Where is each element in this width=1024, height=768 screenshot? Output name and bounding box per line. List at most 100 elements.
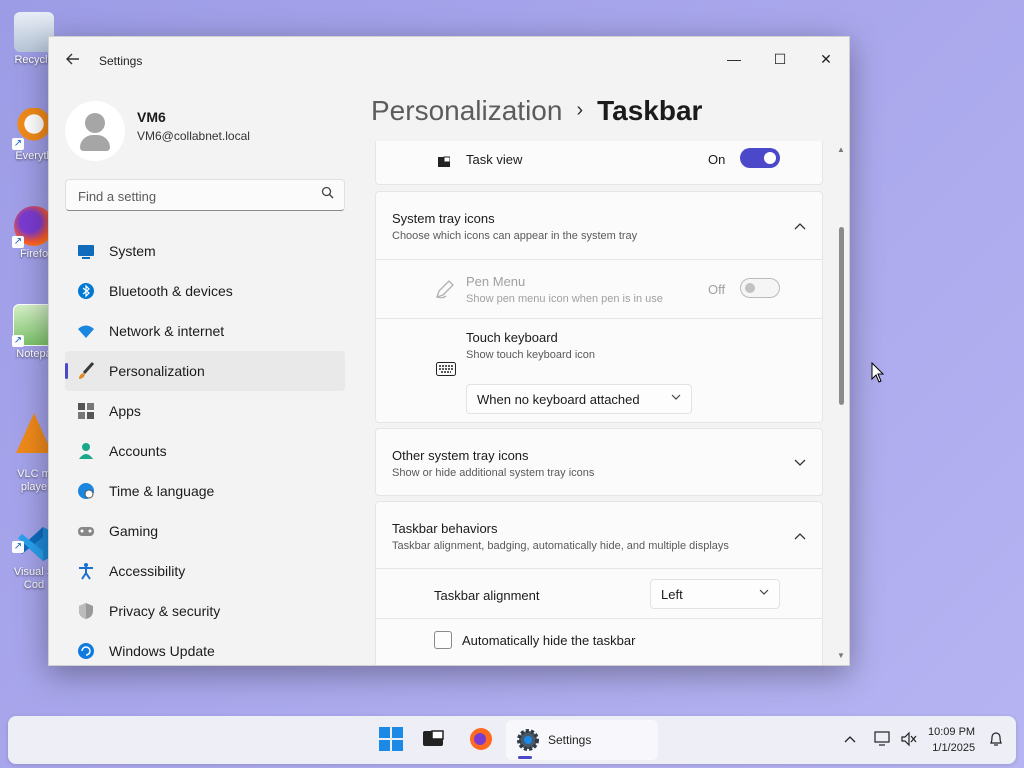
clock-date: 1/1/2025 [932,742,976,754]
search-input[interactable] [76,185,310,207]
bluetooth-icon [77,282,95,300]
volume-muted-icon[interactable] [900,731,918,750]
system-tray-icons-header[interactable]: System tray icons Choose which icons can… [376,192,822,258]
wifi-icon [77,322,95,340]
task-view-label: Task view [466,152,523,167]
sidebar-nav: System Bluetooth & devices Network & int… [65,231,345,665]
user-name: VM6 [137,109,166,125]
firefox-taskbar-icon[interactable] [468,726,496,754]
breadcrumb-parent[interactable]: Personalization [371,95,562,126]
sidebar-item-network[interactable]: Network & internet [65,311,345,351]
sidebar-item-label: Gaming [109,523,159,539]
minimize-button[interactable]: — [711,43,757,75]
sidebar-item-label: Privacy & security [109,603,221,619]
system-tray-icons-subtitle: Choose which icons can appear in the sys… [392,230,638,242]
back-arrow-icon[interactable] [63,51,83,71]
task-view-toggle[interactable] [740,148,780,168]
sidebar-item-label: Apps [109,403,141,419]
sidebar-item-system[interactable]: System [65,231,345,271]
sidebar-item-accessibility[interactable]: Accessibility [65,551,345,591]
sidebar-item-accounts[interactable]: Accounts [65,431,345,471]
gamepad-icon [77,522,95,540]
sidebar-item-apps[interactable]: Apps [65,391,345,431]
network-icon[interactable] [874,731,892,750]
globe-icon [77,482,95,500]
system-tray-icons-title: System tray icons [392,211,495,226]
scrollbar[interactable] [839,145,845,665]
keyboard-icon [436,362,456,376]
taskbar-behaviors-subtitle: Taskbar alignment, badging, automaticall… [392,540,729,552]
title-bar: Settings — ☐ ✕ [49,37,849,85]
pen-menu-title: Pen Menu [466,274,526,289]
other-system-tray-icons-section[interactable]: Other system tray icons Show or hide add… [375,428,823,496]
sidebar-item-label: Windows Update [109,643,215,659]
taskbar-app-label: Settings [548,733,592,747]
touch-keyboard-dropdown[interactable]: When no keyboard attached [466,384,692,414]
sidebar-item-privacy[interactable]: Privacy & security [65,591,345,631]
notification-bell-icon[interactable] [988,731,1004,750]
vlc-cone-icon [16,413,52,453]
auto-hide-checkbox[interactable] [434,631,452,649]
system-tray-icons-section: System tray icons Choose which icons can… [375,191,823,423]
sidebar-item-time-language[interactable]: Time & language [65,471,345,511]
settings-taskbar-button[interactable]: Settings [506,720,658,760]
sidebar-item-personalization[interactable]: Personalization [65,351,345,391]
clock-time: 10:09 PM [928,726,976,738]
taskbar-behaviors-section: Taskbar behaviors Taskbar alignment, bad… [375,501,823,665]
shield-icon [77,602,95,620]
pen-menu-subtitle: Show pen menu icon when pen is in use [466,293,663,305]
sidebar-item-label: Network & internet [109,323,225,339]
chevron-down-icon [671,391,681,403]
pen-icon [434,278,456,300]
chevron-down-icon[interactable] [790,454,810,470]
taskbar-alignment-dropdown[interactable]: Left [650,579,780,609]
chevron-up-icon[interactable] [790,217,810,233]
sidebar-item-windows-update[interactable]: Windows Update [65,631,345,665]
task-view-row: Task view On [375,141,823,185]
touch-keyboard-title: Touch keyboard [466,330,558,345]
task-view-taskbar-icon[interactable] [421,726,449,754]
dropdown-value: Left [661,587,683,602]
dropdown-value: When no keyboard attached [477,392,640,407]
accessibility-icon [77,562,95,580]
taskbar-behaviors-title: Taskbar behaviors [392,521,498,536]
user-email: VM6@collabnet.local [137,129,250,143]
apps-icon [77,402,95,420]
divider [376,618,823,619]
auto-hide-label: Automatically hide the taskbar [462,633,636,648]
close-button[interactable]: ✕ [803,43,849,75]
breadcrumb-separator: › [576,99,584,121]
sidebar-item-label: Accounts [109,443,167,459]
sidebar-item-gaming[interactable]: Gaming [65,511,345,551]
show-hidden-icons-chevron-icon[interactable] [844,730,856,746]
settings-window: Settings — ☐ ✕ VM6 VM6@collabnet.local S… [48,36,850,666]
start-windows-icon[interactable] [378,726,406,754]
chevron-up-icon[interactable] [790,527,810,543]
search-icon[interactable] [321,186,334,202]
breadcrumb: Personalization › Taskbar [371,95,702,127]
window-title: Settings [99,54,143,68]
taskbar-behaviors-header[interactable]: Taskbar behaviors Taskbar alignment, bad… [376,502,822,568]
sidebar-item-label: Accessibility [109,563,186,579]
taskbar: Settings 10:09 PM 1/1/2025 [8,716,1016,764]
other-tray-subtitle: Show or hide additional system tray icon… [392,467,595,479]
brush-icon [77,361,95,380]
sidebar-item-bluetooth[interactable]: Bluetooth & devices [65,271,345,311]
accounts-icon [77,442,95,460]
divider [376,318,823,319]
sidebar-item-label: Bluetooth & devices [109,283,233,299]
maximize-button[interactable]: ☐ [757,43,803,75]
active-indicator [518,756,532,759]
update-icon [77,642,95,660]
scrollbar-thumb[interactable] [839,227,844,405]
taskbar-clock[interactable]: 10:09 PM 1/1/2025 [928,724,975,756]
pen-menu-toggle[interactable] [740,278,780,298]
sidebar-item-label: System [109,243,156,259]
scroll-down-arrow-icon[interactable]: ▼ [835,651,847,660]
divider [376,259,823,260]
sidebar-item-label: Personalization [109,363,205,379]
task-view-state: On [708,152,726,167]
sidebar-item-label: Time & language [109,483,215,499]
task-view-icon [438,155,451,167]
page-title: Taskbar [597,95,703,126]
